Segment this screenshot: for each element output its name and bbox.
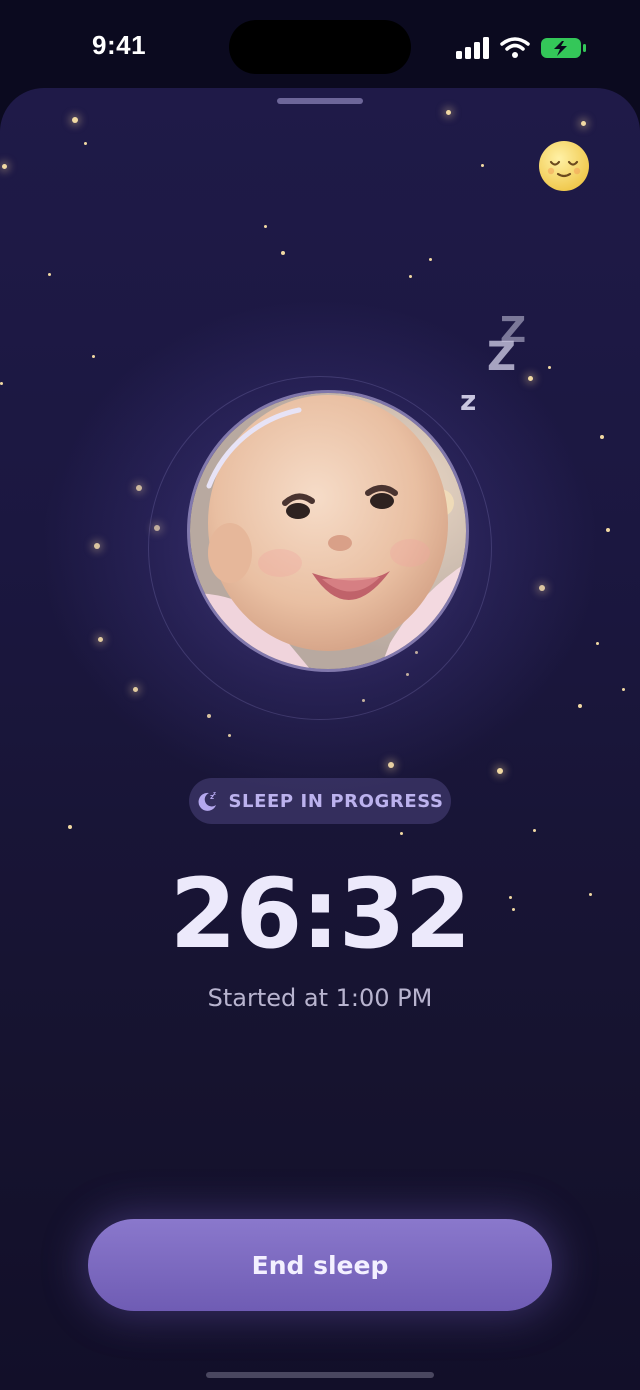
status-bar: 9:41: [0, 0, 640, 90]
star: [48, 273, 51, 276]
moon-zzz-icon: z z: [198, 791, 217, 811]
star: [578, 704, 582, 708]
star: [68, 825, 72, 829]
started-at-label: Started at 1:00 PM: [207, 984, 433, 1012]
signal-icon: [456, 37, 489, 59]
star: [596, 642, 599, 645]
svg-text:z: z: [213, 791, 216, 797]
home-indicator[interactable]: [206, 1372, 434, 1378]
star: [600, 435, 604, 439]
star: [497, 768, 503, 774]
star: [548, 366, 551, 369]
star: [446, 110, 451, 115]
status-icons: [456, 34, 588, 62]
star: [581, 121, 586, 126]
wifi-icon: [500, 37, 530, 58]
status-time: 9:41: [92, 30, 147, 60]
star: [533, 829, 536, 832]
star: [0, 382, 3, 385]
end-sleep-button[interactable]: End sleep: [88, 1219, 552, 1311]
star: [92, 355, 95, 358]
sheet-handle[interactable]: [277, 98, 363, 104]
sleep-status-badge: z z SLEEP IN PROGRESS: [189, 778, 451, 824]
star: [528, 376, 533, 381]
star: [72, 117, 78, 123]
end-sleep-label: End sleep: [251, 1250, 389, 1280]
progress-arc: [206, 407, 302, 489]
dynamic-island: [229, 20, 411, 74]
zzz-small: z: [460, 384, 477, 417]
star: [481, 164, 484, 167]
badge-label: SLEEP IN PROGRESS: [228, 790, 444, 812]
star: [400, 832, 403, 835]
sleep-sheet: Z Z z z z SLEEP IN PROGRESS 26:32 Starte…: [0, 88, 640, 1390]
star: [409, 275, 412, 278]
zzz-medium: Z: [487, 334, 517, 380]
sleeping-face-icon[interactable]: [538, 140, 590, 192]
star: [84, 142, 87, 145]
star: [622, 688, 625, 691]
star: [606, 528, 610, 532]
sleep-timer: 26:32: [169, 858, 472, 970]
star: [281, 251, 285, 255]
battery-charging-icon: [541, 38, 586, 58]
star: [2, 164, 7, 169]
star: [264, 225, 267, 228]
star: [429, 258, 432, 261]
